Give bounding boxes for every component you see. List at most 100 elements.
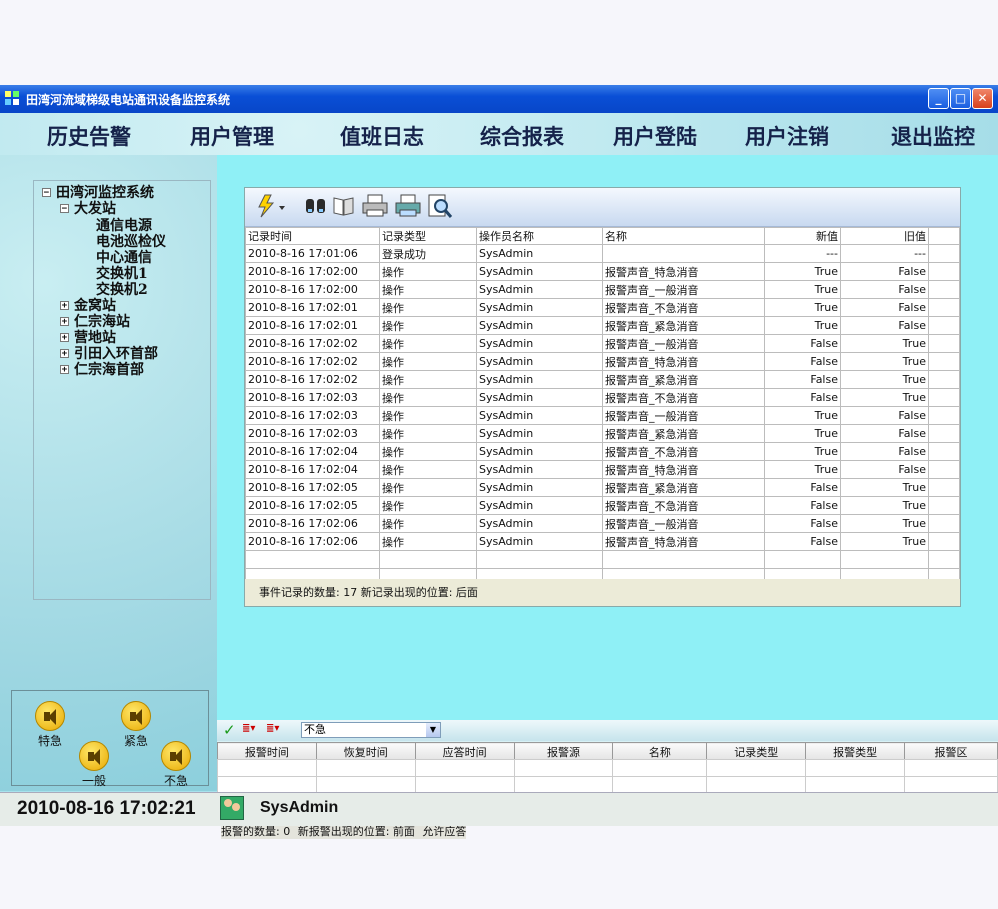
tree-item[interactable]: 电池巡检仪 — [96, 234, 166, 250]
table-row[interactable]: 2010-8-16 17:02:04 操作 SysAdmin 报警声音_特急消音 Tru… — [245, 460, 960, 479]
current-user: SysAdmin — [260, 799, 339, 816]
table-cell: 报警声音_紧急消音 — [602, 316, 765, 335]
alarm-count: 报警的数量: 0 — [221, 825, 291, 838]
menu-duty-log[interactable]: 值班日志 — [340, 121, 424, 151]
table-cell: 报警声音_不急消音 — [602, 388, 765, 407]
table-row[interactable]: 2010-8-16 17:02:02 操作 SysAdmin 报警声音_特急消音 Fal… — [245, 352, 960, 371]
chevron-down-icon[interactable]: ▼ — [426, 723, 440, 737]
menu-user-management[interactable]: 用户管理 — [190, 121, 274, 151]
table-cell: False — [764, 334, 841, 353]
table-row[interactable]: 2010-8-16 17:02:06 操作 SysAdmin 报警声音_一般消音 Fal… — [245, 514, 960, 533]
table-cell: 操作 — [379, 298, 477, 317]
table-cell: SysAdmin — [476, 388, 603, 407]
urgent-alarm-button[interactable]: 紧急 — [116, 701, 156, 748]
close-button[interactable]: ✕ — [972, 88, 993, 109]
table-cell — [602, 550, 765, 569]
not-urgent-alarm-button[interactable]: 不急 — [156, 741, 196, 788]
tree-station[interactable]: + 引田入环首部 — [60, 346, 158, 362]
column-header[interactable]: 新值 — [764, 227, 841, 245]
tree-item[interactable]: 交换机1 — [96, 266, 148, 282]
table-cell: 报警声音_一般消音 — [602, 280, 765, 299]
menu-report[interactable]: 综合报表 — [480, 121, 564, 151]
tree-item[interactable]: 交换机2 — [96, 282, 148, 298]
table-cell: 2010-8-16 17:02:00 — [245, 280, 380, 299]
table-row[interactable]: 2010-8-16 17:01:06 登录成功 SysAdmin --- --- — [245, 244, 960, 263]
refresh-icon[interactable] — [255, 193, 287, 219]
table-cell: 操作 — [379, 262, 477, 281]
expand-icon[interactable]: + — [60, 317, 69, 327]
table-row[interactable]: 2010-8-16 17:02:04 操作 SysAdmin 报警声音_不急消音 Tru… — [245, 442, 960, 461]
table-cell — [928, 334, 960, 353]
normal-alarm-button[interactable]: 一般 — [74, 741, 114, 788]
table-cell: True — [764, 298, 841, 317]
menu-user-login[interactable]: 用户登陆 — [613, 121, 697, 151]
table-row[interactable]: 2010-8-16 17:02:05 操作 SysAdmin 报警声音_紧急消音 Fal… — [245, 478, 960, 497]
print-icon[interactable] — [361, 193, 389, 219]
event-toolbar — [245, 188, 960, 227]
table-row[interactable]: 2010-8-16 17:02:03 操作 SysAdmin 报警声音_一般消音 Tru… — [245, 406, 960, 425]
tree-station[interactable]: + 营地站 — [60, 330, 116, 346]
minimize-button[interactable]: _ — [928, 88, 949, 109]
table-row[interactable]: 2010-8-16 17:02:03 操作 SysAdmin 报警声音_不急消音 Fal… — [245, 388, 960, 407]
tree-root[interactable]: − 田湾河监控系统 — [42, 185, 154, 201]
column-header[interactable]: 记录类型 — [379, 227, 477, 245]
expand-icon[interactable]: + — [60, 349, 69, 359]
tree-station[interactable]: + 金窝站 — [60, 298, 116, 314]
event-table: 记录时间 记录类型 操作员名称 名称 新值 旧值 2010-8-16 17:01… — [245, 227, 960, 579]
filter-level-icon[interactable]: ≣▾ — [266, 723, 279, 734]
table-cell: False — [840, 316, 929, 335]
collapse-icon[interactable]: − — [42, 188, 51, 198]
column-header[interactable]: 旧值 — [840, 227, 929, 245]
menu-exit-monitor[interactable]: 退出监控 — [891, 121, 975, 151]
menu-history-alarm[interactable]: 历史告警 — [47, 121, 131, 151]
table-cell: SysAdmin — [476, 514, 603, 533]
table-row[interactable]: 2010-8-16 17:02:06 操作 SysAdmin 报警声音_特急消音 Fal… — [245, 532, 960, 551]
collapse-icon[interactable]: − — [60, 204, 69, 214]
station-tree: − 田湾河监控系统 − 大发站 通信电源 电池巡检仪 中心通信 交换机1 交换机2 … — [33, 180, 211, 600]
table-cell: 操作 — [379, 442, 477, 461]
find-icon[interactable] — [303, 193, 329, 219]
app-icon — [5, 91, 19, 105]
column-header[interactable]: 记录时间 — [245, 227, 380, 245]
table-cell: SysAdmin — [476, 280, 603, 299]
filter-red-icon[interactable]: ≣▾ — [242, 723, 255, 734]
table-cell — [602, 244, 765, 263]
special-alarm-button[interactable]: 特急 — [30, 701, 70, 748]
table-row[interactable]: 2010-8-16 17:02:02 操作 SysAdmin 报警声音_紧急消音 Fal… — [245, 370, 960, 389]
table-cell: False — [840, 298, 929, 317]
table-cell: 2010-8-16 17:02:01 — [245, 298, 380, 317]
expand-icon[interactable]: + — [60, 301, 69, 311]
menu-user-logout[interactable]: 用户注销 — [745, 121, 829, 151]
alarm-level-select[interactable]: 不急 ▼ — [301, 722, 441, 738]
tree-station-dafa[interactable]: − 大发站 — [60, 201, 116, 217]
table-cell: SysAdmin — [476, 262, 603, 281]
book-icon[interactable] — [331, 193, 357, 219]
tree-item[interactable]: 中心通信 — [96, 250, 152, 266]
table-row[interactable]: 2010-8-16 17:02:00 操作 SysAdmin 报警声音_一般消音 Tru… — [245, 280, 960, 299]
tree-item[interactable]: 通信电源 — [96, 218, 152, 234]
table-row[interactable]: 2010-8-16 17:02:00 操作 SysAdmin 报警声音_特急消音 Tru… — [245, 262, 960, 281]
tree-station[interactable]: + 仁宗海首部 — [60, 362, 144, 378]
alarm-toolbar: ✓ ≣▾ ≣▾ 不急 ▼ — [217, 720, 998, 741]
alarm-table-header: 报警时间 恢复时间 应答时间 报警源 名称 记录类型 报警类型 报警区 — [217, 742, 998, 762]
preview-icon[interactable] — [425, 193, 455, 219]
print-preview-icon[interactable] — [393, 193, 423, 219]
main-area: 记录时间 记录类型 操作员名称 名称 新值 旧值 2010-8-16 17:01… — [217, 155, 998, 720]
maximize-button[interactable]: □ — [950, 88, 971, 109]
column-header[interactable]: 名称 — [602, 227, 765, 245]
table-row[interactable]: 2010-8-16 17:02:01 操作 SysAdmin 报警声音_不急消音 Tru… — [245, 298, 960, 317]
table-row[interactable]: 2010-8-16 17:02:05 操作 SysAdmin 报警声音_不急消音 Fal… — [245, 496, 960, 515]
title-bar[interactable]: 田湾河流域梯级电站通讯设备监控系统 _ □ ✕ — [0, 85, 998, 113]
table-cell: False — [840, 280, 929, 299]
left-panel: − 田湾河监控系统 − 大发站 通信电源 电池巡检仪 中心通信 交换机1 交换机2 … — [0, 155, 217, 791]
table-row[interactable]: 2010-8-16 17:02:01 操作 SysAdmin 报警声音_紧急消音 Tru… — [245, 316, 960, 335]
column-header[interactable]: 操作员名称 — [476, 227, 603, 245]
tree-station[interactable]: + 仁宗海站 — [60, 314, 130, 330]
expand-icon[interactable]: + — [60, 333, 69, 343]
table-cell: False — [840, 262, 929, 281]
checkmark-icon[interactable]: ✓ — [223, 721, 236, 739]
table-row[interactable]: 2010-8-16 17:02:02 操作 SysAdmin 报警声音_一般消音 Fal… — [245, 334, 960, 353]
table-cell: False — [764, 370, 841, 389]
expand-icon[interactable]: + — [60, 365, 69, 375]
table-row[interactable]: 2010-8-16 17:02:03 操作 SysAdmin 报警声音_紧急消音 Tru… — [245, 424, 960, 443]
